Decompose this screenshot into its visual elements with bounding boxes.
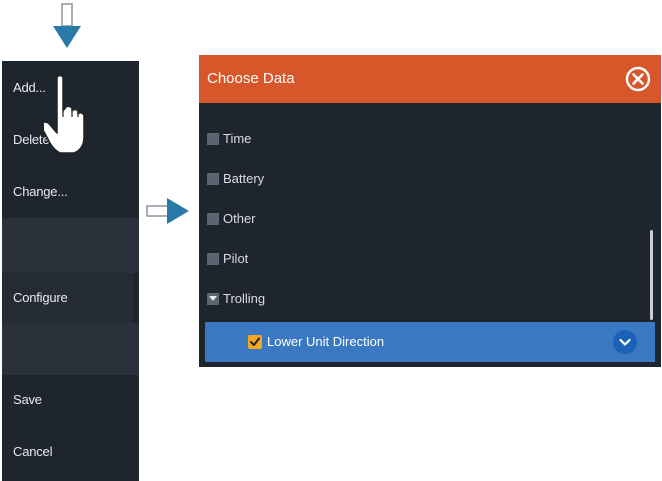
arrow-right-icon [146, 198, 189, 224]
tree-item-pilot[interactable]: Pilot [207, 240, 248, 278]
expand-icon[interactable] [207, 212, 219, 225]
collapse-icon[interactable] [207, 292, 219, 305]
dialog-title: Choose Data [207, 70, 295, 87]
menu-separator [2, 218, 139, 273]
chevron-down-icon[interactable] [613, 330, 637, 354]
tree-item-label: Time [223, 131, 252, 146]
tree-item-trolling[interactable]: Trolling [207, 280, 265, 318]
tree-item-time[interactable]: Time [207, 120, 251, 158]
tree-item-label: Battery [223, 171, 265, 186]
tree-item-battery[interactable]: Battery [207, 160, 264, 198]
menu-item-cancel[interactable]: Cancel [2, 427, 139, 477]
close-circle-icon[interactable] [625, 66, 651, 92]
menu-item-change[interactable]: Change... [2, 167, 139, 217]
scrollbar[interactable] [650, 230, 653, 320]
choose-data-dialog: Choose Data Time Battery Other Pilot Tro… [199, 55, 661, 367]
tree-item-label: Trolling [223, 291, 266, 306]
hand-pointer-icon [44, 74, 85, 154]
expand-icon[interactable] [207, 172, 219, 185]
tree-item-other[interactable]: Other [207, 200, 256, 238]
selected-item-label: Lower Unit Direction [267, 334, 385, 349]
tree-item-label: Pilot [223, 251, 249, 266]
dialog-header: Choose Data [199, 55, 661, 103]
expand-icon[interactable] [207, 132, 219, 145]
selected-data-item[interactable]: Lower Unit Direction [205, 322, 655, 362]
arrow-down-icon [53, 3, 81, 48]
expand-icon[interactable] [207, 252, 219, 265]
menu-separator [2, 323, 139, 375]
tree-item-label: Other [223, 211, 256, 226]
checkbox-checked-icon[interactable] [248, 335, 262, 349]
menu-item-save[interactable]: Save [2, 375, 139, 425]
menu-item-configure[interactable]: Configure [2, 273, 133, 323]
